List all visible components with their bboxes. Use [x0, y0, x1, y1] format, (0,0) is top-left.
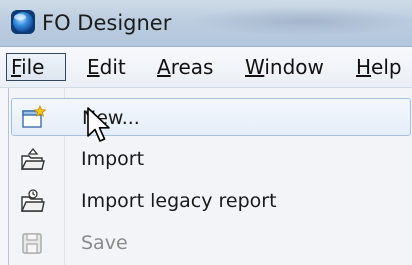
fo-designer-app-icon[interactable] — [10, 9, 36, 35]
menu-window-accel: W — [245, 55, 265, 79]
menu-edit-accel: E — [87, 55, 100, 79]
save-disk-icon — [22, 233, 42, 254]
menu-edit-rest: dit — [99, 55, 126, 79]
menu-item-new[interactable]: New... — [11, 98, 411, 136]
menu-item-import-legacy-label: Import legacy report — [81, 190, 277, 212]
menu-window-rest: indow — [264, 55, 324, 79]
menu-file-rest: ile — [21, 55, 45, 79]
menu-item-import-legacy[interactable]: Import legacy report — [11, 182, 411, 220]
menu-help-rest: elp — [371, 55, 402, 79]
import-folder-icon — [20, 147, 45, 170]
menu-item-save-label: Save — [81, 232, 128, 254]
menu-edit[interactable]: Edit — [83, 53, 130, 81]
title-bar[interactable]: FO Designer — [0, 0, 412, 47]
menu-areas[interactable]: Areas — [153, 53, 217, 81]
menu-item-save[interactable]: Save — [11, 224, 411, 262]
menu-areas-accel: A — [157, 55, 171, 79]
window-title: FO Designer — [42, 11, 172, 35]
menu-areas-rest: reas — [170, 55, 214, 79]
menu-item-import[interactable]: Import — [11, 140, 411, 178]
menu-bar: File Edit Areas Window Help — [0, 47, 412, 88]
menu-help-accel: H — [356, 55, 372, 79]
menu-file-accel: F — [11, 55, 22, 79]
menu-window[interactable]: Window — [241, 53, 328, 81]
mouse-pointer-icon — [87, 107, 110, 142]
menu-file[interactable]: File — [6, 53, 66, 81]
new-document-icon — [22, 105, 46, 128]
file-menu-dropdown: New... Import Import legacy report Save — [8, 88, 412, 265]
menu-help[interactable]: Help — [352, 53, 406, 81]
import-legacy-icon — [20, 189, 45, 212]
